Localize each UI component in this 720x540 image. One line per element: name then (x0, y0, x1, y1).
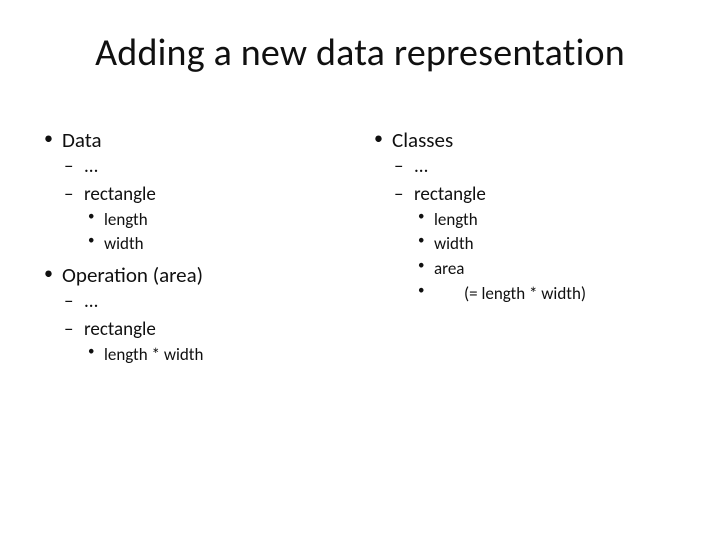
sub-list: ... rectangle length width (392, 154, 680, 306)
list-item: rectangle length width area (392, 182, 680, 306)
list-label: ... (84, 290, 98, 313)
list-item: Data ... rectangle length (40, 126, 350, 257)
list-label: rectangle (414, 183, 486, 206)
list-item: length (414, 208, 680, 233)
list-item: (= length * width) (414, 282, 680, 307)
slide-title: Adding a new data representation (40, 30, 680, 76)
list-label: ... (414, 155, 428, 178)
sub-sub-list: length * width (84, 343, 350, 368)
list-item: length * width (84, 343, 350, 368)
list-item: length (84, 208, 350, 233)
list-label: length (434, 209, 478, 230)
list-label: Operation (area) (62, 262, 203, 288)
list-label: ... (84, 155, 98, 178)
sub-sub-list: length width area (= length * width) (414, 208, 680, 307)
list-label: Classes (392, 127, 453, 153)
list-label: length * width (104, 344, 203, 365)
list-label: (= length * width) (434, 282, 586, 307)
left-list: Data ... rectangle length (40, 126, 350, 367)
list-label: width (104, 233, 144, 254)
list-label: area (434, 258, 464, 279)
list-item: rectangle length * width (62, 317, 350, 367)
list-label: length (104, 209, 148, 230)
list-label: width (434, 233, 474, 254)
right-column: Classes ... rectangle length (370, 126, 680, 371)
list-item: ... (62, 289, 350, 315)
list-label: rectangle (84, 183, 156, 206)
list-item: area (414, 257, 680, 282)
left-column: Data ... rectangle length (40, 126, 350, 371)
sub-sub-list: length width (84, 208, 350, 257)
slide: Adding a new data representation Data ..… (0, 0, 720, 540)
list-item: Operation (area) ... rectangle length * … (40, 261, 350, 367)
list-item: ... (62, 154, 350, 180)
list-item: Classes ... rectangle length (370, 126, 680, 306)
right-list: Classes ... rectangle length (370, 126, 680, 306)
list-item: width (84, 232, 350, 257)
content-columns: Data ... rectangle length (40, 126, 680, 371)
sub-list: ... rectangle length width (62, 154, 350, 257)
list-label: Data (62, 127, 102, 153)
list-item: rectangle length width (62, 182, 350, 257)
list-label: rectangle (84, 318, 156, 341)
sub-list: ... rectangle length * width (62, 289, 350, 367)
list-item: ... (392, 154, 680, 180)
list-item: width (414, 232, 680, 257)
